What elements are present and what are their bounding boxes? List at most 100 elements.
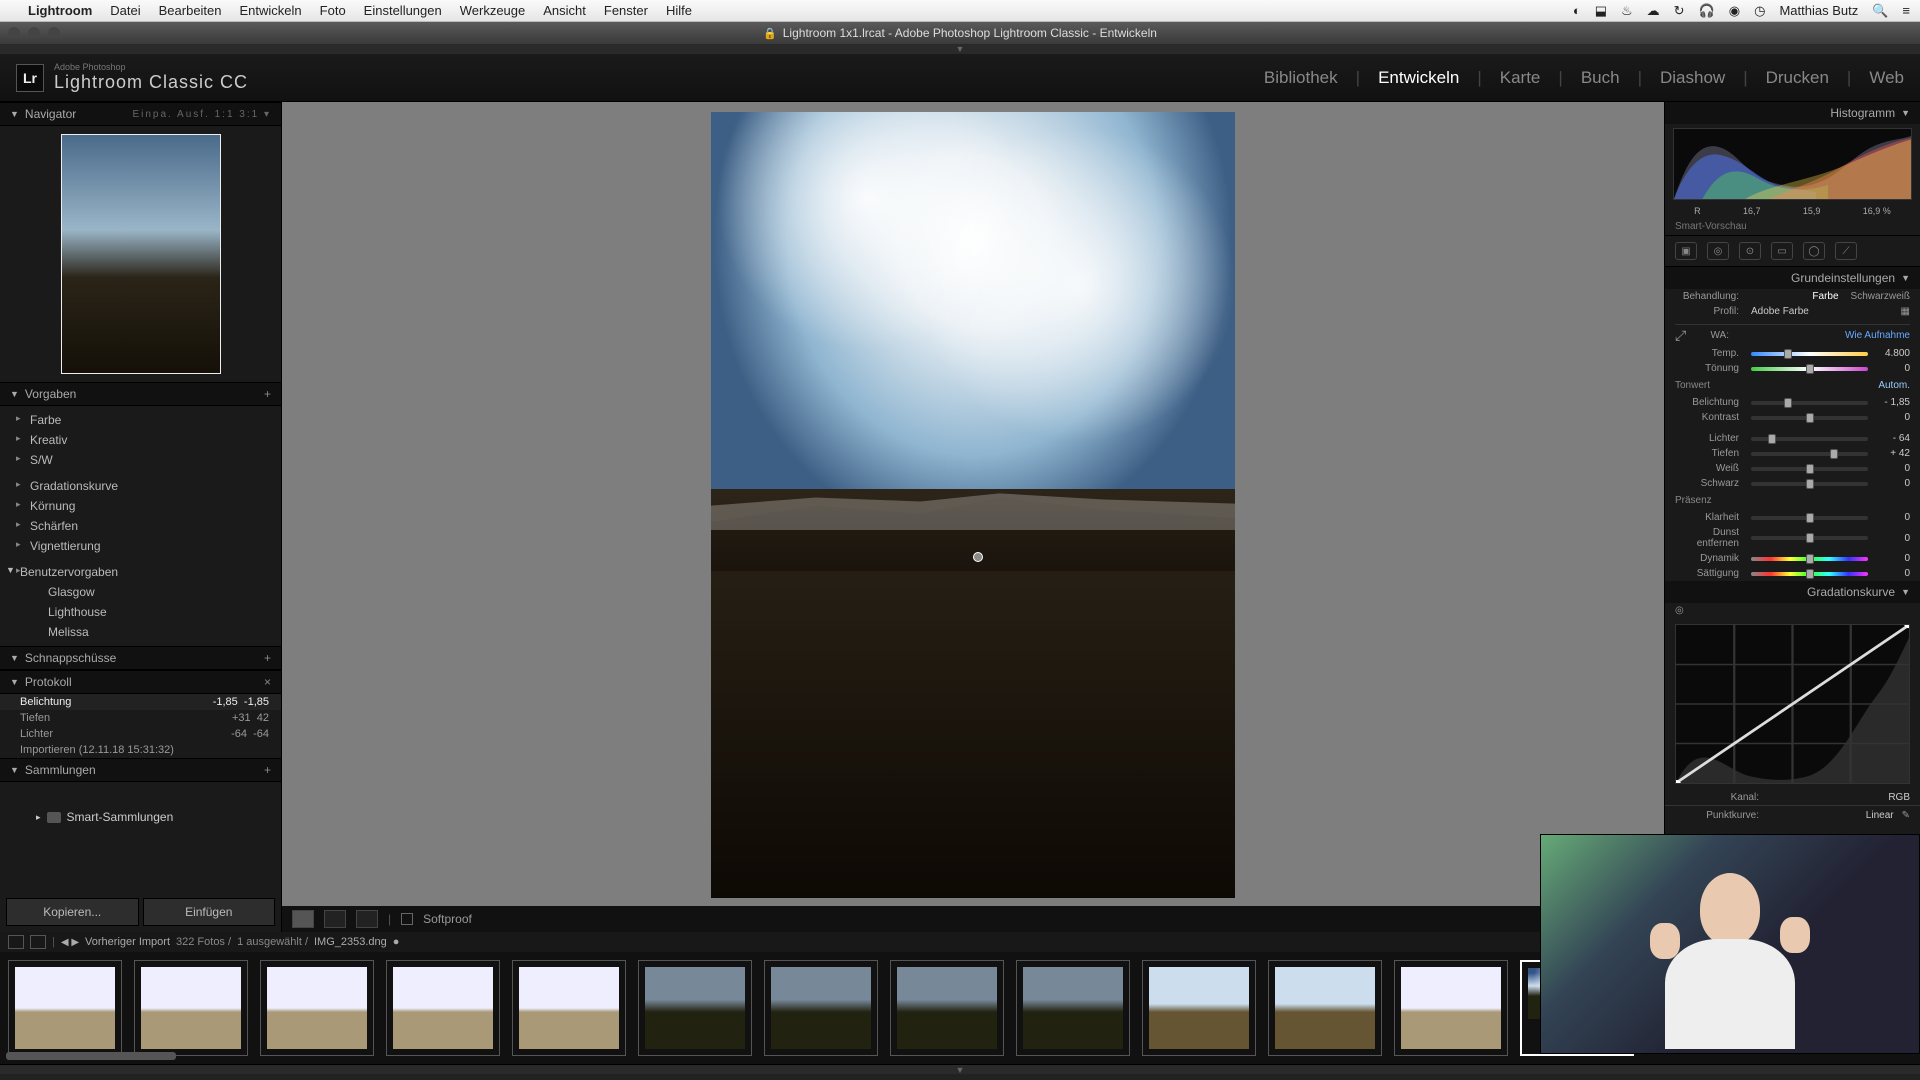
collections-header[interactable]: ▼ Sammlungen + bbox=[0, 758, 281, 782]
saturation-value[interactable]: 0 bbox=[1874, 568, 1910, 579]
basic-header[interactable]: Grundeinstellungen ▼ bbox=[1665, 267, 1920, 289]
vibrance-value[interactable]: 0 bbox=[1874, 553, 1910, 564]
menu-tools[interactable]: Werkzeuge bbox=[460, 3, 526, 18]
history-item[interactable]: Lichter-64 -64 bbox=[0, 726, 281, 742]
filmstrip-thumb[interactable] bbox=[260, 960, 374, 1056]
curve-edit-icon[interactable]: ✎ bbox=[1902, 810, 1910, 821]
exposure-slider[interactable] bbox=[1751, 401, 1868, 405]
add-collection-icon[interactable]: + bbox=[264, 763, 271, 777]
module-slideshow[interactable]: Diashow bbox=[1660, 68, 1725, 88]
clarity-slider[interactable] bbox=[1751, 516, 1868, 520]
gradient-tool-icon[interactable]: ▭ bbox=[1771, 242, 1793, 260]
navigator-header[interactable]: ▼ Navigator Einpa. Ausf. 1:1 3:1 ▾ bbox=[0, 102, 281, 126]
temp-slider[interactable] bbox=[1751, 352, 1868, 356]
user-presets-header[interactable]: ▼Benutzervorgaben bbox=[0, 562, 281, 582]
contrast-slider[interactable] bbox=[1751, 416, 1868, 420]
module-map[interactable]: Karte bbox=[1500, 68, 1541, 88]
profile-browser-icon[interactable]: ▦ bbox=[1901, 306, 1910, 317]
fs-nav-arrows[interactable]: ◀ ▶ bbox=[61, 937, 79, 948]
status-headphones-icon[interactable]: 🎧 bbox=[1699, 3, 1715, 19]
second-monitor-icon[interactable] bbox=[8, 935, 24, 949]
dehaze-slider[interactable] bbox=[1751, 536, 1868, 540]
radial-tool-icon[interactable]: ◯ bbox=[1803, 242, 1825, 260]
status-clock-icon[interactable]: ◷ bbox=[1754, 3, 1765, 19]
target-adjust-icon[interactable]: ◎ bbox=[1675, 605, 1695, 616]
menu-edit[interactable]: Bearbeiten bbox=[159, 3, 222, 18]
status-user[interactable]: Matthias Butz bbox=[1779, 3, 1858, 18]
profile-value[interactable]: Adobe Farbe bbox=[1745, 306, 1901, 317]
status-cloud-icon[interactable]: ☁ bbox=[1647, 3, 1660, 19]
spot-tool-icon[interactable]: ◎ bbox=[1707, 242, 1729, 260]
crop-tool-icon[interactable]: ▣ bbox=[1675, 242, 1697, 260]
before-after-tb-button[interactable] bbox=[356, 910, 378, 928]
spotlight-icon[interactable]: 🔍 bbox=[1872, 3, 1888, 19]
clear-history-icon[interactable]: × bbox=[264, 675, 271, 689]
blacks-value[interactable]: 0 bbox=[1874, 478, 1910, 489]
status-dnd-icon[interactable]: ◉ bbox=[1729, 3, 1740, 19]
vibrance-slider[interactable] bbox=[1751, 557, 1868, 561]
preset-group-curve[interactable]: Gradationskurve bbox=[0, 476, 281, 496]
status-sync-icon[interactable]: ↻ bbox=[1674, 3, 1685, 19]
preset-group-bw[interactable]: S/W bbox=[0, 450, 281, 470]
loupe-view[interactable]: | Softproof bbox=[282, 102, 1664, 932]
close-icon[interactable] bbox=[8, 27, 20, 39]
dehaze-value[interactable]: 0 bbox=[1874, 533, 1910, 544]
history-item[interactable]: Tiefen+31 42 bbox=[0, 710, 281, 726]
navigator-thumbnail[interactable] bbox=[61, 134, 221, 374]
module-book[interactable]: Buch bbox=[1581, 68, 1620, 88]
wb-preset[interactable]: Wie Aufnahme bbox=[1845, 330, 1910, 341]
grid-icon[interactable] bbox=[30, 935, 46, 949]
tint-value[interactable]: 0 bbox=[1874, 363, 1910, 374]
preset-group-color[interactable]: Farbe bbox=[0, 410, 281, 430]
status-flame-icon[interactable]: ♨ bbox=[1621, 3, 1633, 19]
nav-zoom-fit[interactable]: Einpa. bbox=[132, 109, 172, 120]
auto-tone-button[interactable]: Autom. bbox=[1878, 380, 1910, 391]
module-print[interactable]: Drucken bbox=[1766, 68, 1829, 88]
treatment-color[interactable]: Farbe bbox=[1812, 291, 1838, 302]
filmstrip-thumb[interactable] bbox=[1268, 960, 1382, 1056]
preset-group-vignette[interactable]: Vignettierung bbox=[0, 536, 281, 556]
status-cc-icon[interactable]: ◐ bbox=[1573, 3, 1581, 18]
filmstrip-scrollbar[interactable] bbox=[6, 1052, 176, 1060]
tint-slider[interactable] bbox=[1751, 367, 1868, 371]
filmstrip-thumb[interactable] bbox=[1016, 960, 1130, 1056]
history-item[interactable]: Importieren (12.11.18 15:31:32) bbox=[0, 742, 281, 758]
status-notifications-icon[interactable]: ≡ bbox=[1902, 3, 1910, 18]
tone-curve-chart[interactable] bbox=[1675, 624, 1910, 784]
shadows-slider[interactable] bbox=[1751, 452, 1868, 456]
filmstrip-thumb[interactable] bbox=[638, 960, 752, 1056]
preset-group-grain[interactable]: Körnung bbox=[0, 496, 281, 516]
menu-file[interactable]: Datei bbox=[110, 3, 140, 18]
module-library[interactable]: Bibliothek bbox=[1264, 68, 1338, 88]
filmstrip-thumb[interactable] bbox=[386, 960, 500, 1056]
status-dropbox-icon[interactable]: ⬓ bbox=[1595, 3, 1607, 19]
menu-photo[interactable]: Foto bbox=[320, 3, 346, 18]
main-photo[interactable] bbox=[711, 112, 1235, 898]
presets-header[interactable]: ▼ Vorgaben + bbox=[0, 382, 281, 406]
tonecurve-header[interactable]: Gradationskurve ▼ bbox=[1665, 581, 1920, 603]
brush-tool-icon[interactable]: ⟋ bbox=[1835, 242, 1857, 260]
filmstrip-thumb[interactable] bbox=[512, 960, 626, 1056]
add-preset-icon[interactable]: + bbox=[264, 387, 271, 401]
histogram-header[interactable]: Histogramm ▼ bbox=[1665, 102, 1920, 124]
menu-window[interactable]: Fenster bbox=[604, 3, 648, 18]
treatment-bw[interactable]: Schwarzweiß bbox=[1851, 291, 1910, 302]
zoom-icon[interactable] bbox=[48, 27, 60, 39]
before-after-lr-button[interactable] bbox=[324, 910, 346, 928]
histogram-chart[interactable] bbox=[1673, 128, 1912, 200]
menu-help[interactable]: Hilfe bbox=[666, 3, 692, 18]
filmstrip-thumb[interactable] bbox=[1142, 960, 1256, 1056]
filmstrip-thumb[interactable] bbox=[1394, 960, 1508, 1056]
highlights-value[interactable]: - 64 bbox=[1874, 433, 1910, 444]
blacks-slider[interactable] bbox=[1751, 482, 1868, 486]
nav-zoom-opts[interactable]: Ausf. 1:1 3:1 ▾ bbox=[177, 109, 271, 120]
menu-view[interactable]: Ansicht bbox=[543, 3, 586, 18]
exposure-value[interactable]: - 1,85 bbox=[1874, 397, 1910, 408]
top-panel-toggle[interactable]: ▼ bbox=[0, 44, 1920, 54]
whites-slider[interactable] bbox=[1751, 467, 1868, 471]
smart-collections-item[interactable]: ▸ Smart-Sammlungen bbox=[0, 806, 281, 828]
pointcurve-value[interactable]: Linear bbox=[1858, 810, 1894, 821]
clarity-value[interactable]: 0 bbox=[1874, 512, 1910, 523]
paste-settings-button[interactable]: Einfügen bbox=[143, 898, 276, 926]
preset-glasgow[interactable]: Glasgow bbox=[0, 582, 281, 602]
